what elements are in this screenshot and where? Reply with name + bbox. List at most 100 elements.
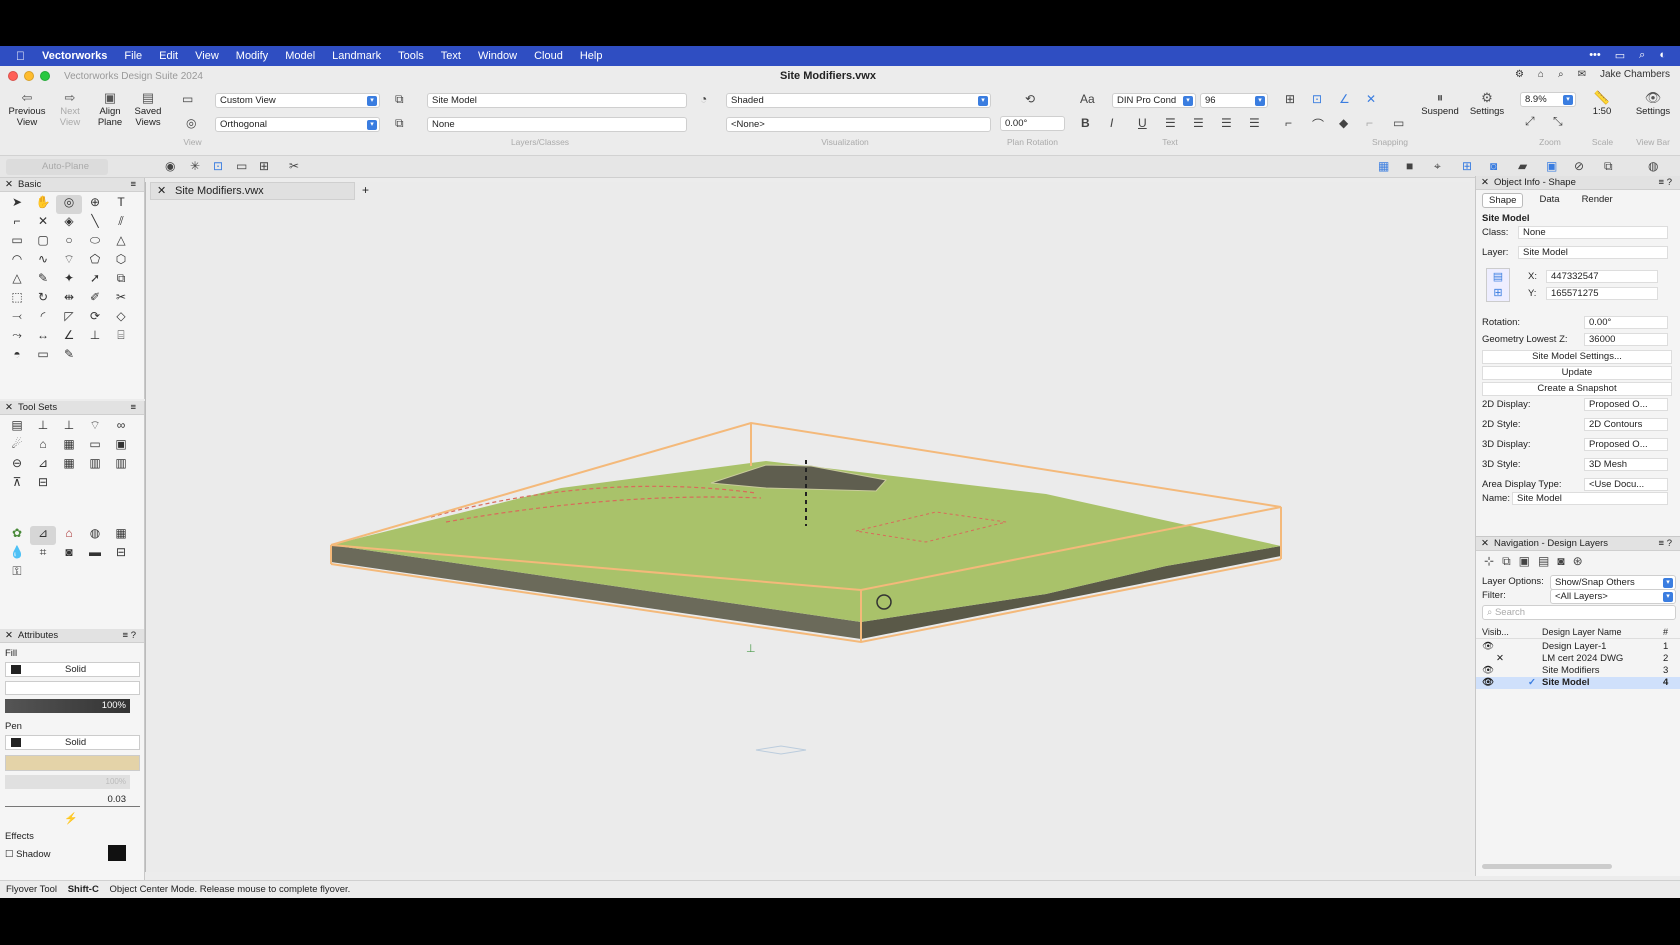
col-visibility[interactable]: Visib... (1482, 627, 1509, 637)
flyover-tool-icon[interactable]: ◎ (56, 195, 82, 214)
snap-grid-icon[interactable]: ⊞ (1285, 92, 1295, 106)
font-icon[interactable]: Aa (1080, 92, 1095, 106)
3d-modeling-icon[interactable]: ⊼ (4, 475, 30, 494)
arrowhead-icon[interactable]: ⚡ (64, 812, 78, 825)
close-icon[interactable]: ✕ (5, 401, 13, 415)
camera-icon[interactable]: ◙ (1490, 159, 1497, 173)
mode-center-icon[interactable]: ✳ (190, 159, 200, 173)
polyline-tool-icon[interactable]: ⌔ (56, 252, 82, 271)
pan-tool-icon[interactable]: ✋ (30, 195, 56, 214)
layer-list-scrollbar[interactable] (1482, 864, 1612, 869)
shadow-color-well[interactable] (108, 845, 126, 861)
snap-distance-icon[interactable]: ⌐ (1285, 116, 1292, 130)
font-combo[interactable]: DIN Pro Cond ▾ (1112, 93, 1196, 108)
align-center-icon[interactable]: ☰ (1193, 116, 1204, 130)
classes-tab-icon[interactable]: ⊹ (1484, 554, 1494, 569)
magic-wand-tool-icon[interactable]: ✦ (56, 271, 82, 290)
snap-tangent-icon[interactable]: ⌒ (1312, 116, 1324, 133)
detailing-icon[interactable]: ⊥ (56, 418, 82, 437)
flyover-settings-icon[interactable]: ✂ (289, 159, 299, 173)
oval-tool-icon[interactable]: ⬭ (82, 233, 108, 252)
rectangle-tool-icon[interactable]: ▭ (4, 233, 30, 252)
line-weight-field[interactable]: 0.03 (5, 793, 140, 807)
pan-helper-tool-icon[interactable]: ✎ (56, 347, 82, 366)
gear-icon[interactable]: ⚙ (1515, 69, 1524, 80)
clip-tool-icon[interactable]: ◇ (108, 309, 134, 328)
y-field[interactable]: 165571275 (1546, 287, 1658, 300)
freehand-tool-icon[interactable]: ∿ (30, 252, 56, 271)
layer-row[interactable]: 👁 Site Modifiers 3 (1476, 665, 1680, 677)
saved-views-tab-icon[interactable]: ◙ (1557, 554, 1564, 569)
layer-row-active[interactable]: 👁 ✓ Site Model 4 (1476, 677, 1680, 689)
fillet-tool-icon[interactable]: ◜ (30, 309, 56, 328)
active-class-combo[interactable]: None (427, 117, 687, 132)
menu-icon[interactable]: ≡ (130, 178, 136, 192)
name-field[interactable]: Site Model (1512, 492, 1668, 505)
table-icon[interactable]: ▦ (108, 526, 134, 545)
layer-select[interactable]: Site Model (1518, 246, 1668, 259)
3d-style-select[interactable]: 3D Mesh (1584, 458, 1668, 471)
close-icon[interactable]: ✕ (5, 178, 13, 192)
menu-icon[interactable]: ≡ ? (123, 629, 136, 643)
snap-intersection-icon[interactable]: ✕ (1366, 92, 1376, 106)
menu-model[interactable]: Model (285, 50, 315, 62)
protractor-tool-icon[interactable]: ◓ (4, 347, 30, 366)
document-tab[interactable]: ✕ Site Modifiers.vwx (150, 182, 355, 200)
references-tab-icon[interactable]: ⊛ (1573, 554, 1583, 569)
design-layers-tab-icon[interactable]: ⧉ (1502, 554, 1511, 569)
pen-color-well[interactable] (5, 755, 140, 771)
home-icon[interactable]: ⌂ (1538, 69, 1544, 80)
fill-style-select[interactable]: Solid (5, 662, 140, 677)
snap-working-plane-icon[interactable]: ▭ (1393, 116, 1404, 130)
double-line-tool-icon[interactable]: ⫽ (108, 214, 134, 233)
hardscape-icon[interactable]: ▥ (108, 456, 134, 475)
reshape-tool-icon[interactable]: ✐ (82, 290, 108, 309)
new-tab-icon[interactable]: + (362, 183, 369, 197)
visibility-tool-icon[interactable]: ➚ (82, 271, 108, 290)
layer-search-input[interactable]: ⌕ Search (1482, 605, 1676, 620)
dimension-tool-icon[interactable]: ↔ (30, 328, 56, 347)
drawing-canvas[interactable]: ⊥ (145, 182, 1470, 872)
tab-data[interactable]: Data (1533, 193, 1565, 208)
building-shell-icon[interactable]: ▤ (4, 418, 30, 437)
terrain-icon[interactable]: ⊿ (30, 456, 56, 475)
menu-view[interactable]: View (195, 50, 219, 62)
view-icon[interactable]: ▭ (182, 92, 193, 106)
mail-icon[interactable]: ✉ (1578, 69, 1586, 80)
2d-display-select[interactable]: Proposed O... (1584, 398, 1668, 411)
flyover-mode-icon[interactable]: ◉ (165, 159, 175, 173)
underline-icon[interactable]: U (1138, 116, 1147, 130)
menu-modify[interactable]: Modify (236, 50, 268, 62)
furniture-icon[interactable]: ⊥ (30, 418, 56, 437)
menu-cloud[interactable]: Cloud (534, 50, 563, 62)
target-icon[interactable]: ⌖ (1434, 159, 1441, 174)
x-field[interactable]: 447332547 (1546, 270, 1658, 283)
circle-tool-icon[interactable]: ○ (56, 233, 82, 252)
landscape-icon[interactable]: ∞ (108, 418, 134, 437)
snap-edge-icon[interactable]: ⌐ (1366, 116, 1373, 130)
key-icon[interactable]: ⚿ (4, 564, 30, 583)
globe-icon[interactable]: ◍ (82, 526, 108, 545)
grid-icon[interactable]: ⊞ (1462, 159, 1472, 173)
space-icon[interactable]: ▦ (56, 456, 82, 475)
classes-icon[interactable]: ⧉ (395, 116, 404, 131)
site-model-settings-button[interactable]: Site Model Settings... (1482, 350, 1672, 364)
tape-measure-tool-icon[interactable]: ⊥ (82, 328, 108, 347)
plane-mode-icon[interactable]: ⊞ (259, 159, 269, 173)
views-menu-icon[interactable]: ⧉ (1604, 159, 1613, 174)
offset-tool-icon[interactable]: ⟳ (82, 309, 108, 328)
menu-app[interactable]: Vectorworks (42, 50, 107, 62)
pen-opacity-slider[interactable]: 100% (5, 775, 130, 789)
visualization-icon[interactable]: ☄ (4, 437, 30, 456)
fit-to-window-icon[interactable]: ⤢ (1525, 114, 1535, 129)
split-tool-icon[interactable]: ⤙ (4, 309, 30, 328)
utilities-icon[interactable]: ⊟ (30, 475, 56, 494)
symbol-tool-icon[interactable]: ◈ (56, 214, 82, 233)
polygon-tool-icon[interactable]: △ (108, 233, 134, 252)
close-window-button[interactable] (8, 71, 18, 81)
viewports-tab-icon[interactable]: ▤ (1538, 554, 1549, 569)
menu-icon[interactable]: ≡ ? (1659, 176, 1672, 190)
render-icon[interactable]: ◔ (700, 92, 707, 106)
filter-select[interactable]: <All Layers> ▾ (1550, 589, 1676, 604)
irrigation-icon[interactable]: ▥ (82, 456, 108, 475)
